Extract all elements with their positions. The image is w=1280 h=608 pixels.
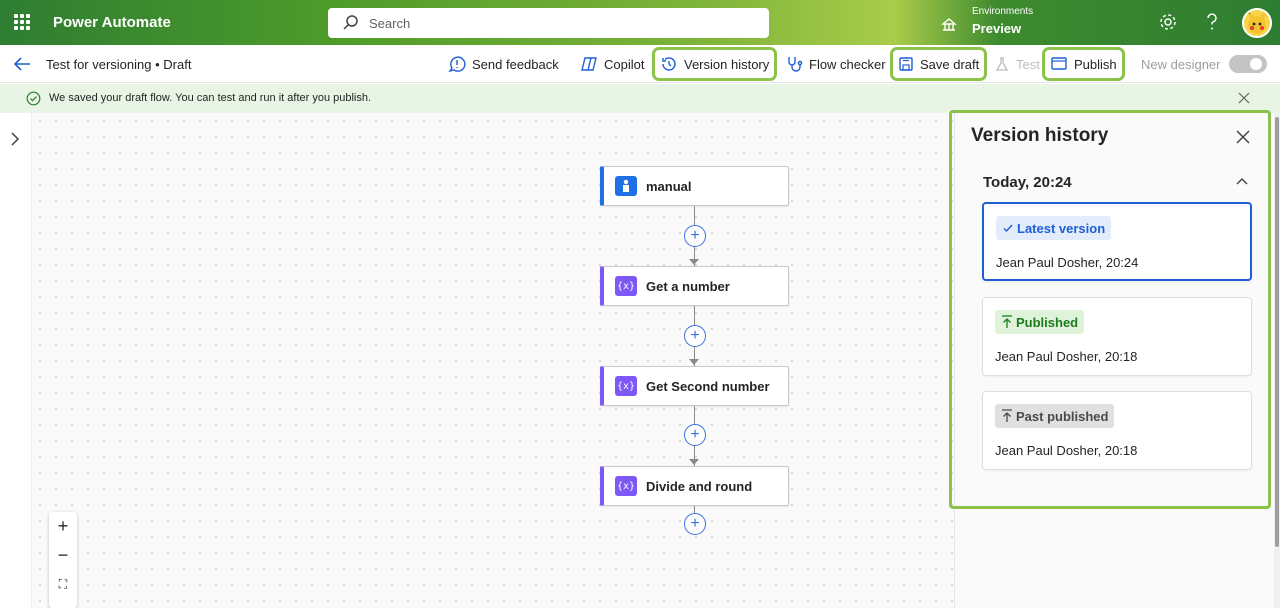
close-icon[interactable] [1238, 92, 1250, 104]
connector-arrow [689, 359, 699, 365]
add-step-button[interactable]: + [684, 325, 706, 347]
zoom-controls: + − ⛶ [49, 512, 77, 608]
zoom-out-button[interactable]: − [49, 541, 77, 570]
version-author-time: Jean Paul Dosher, 20:18 [995, 349, 1138, 364]
save-draft-button[interactable]: Save draft [889, 47, 988, 81]
past-published-badge: Past published [995, 404, 1115, 428]
panel-title: Version history [971, 125, 1109, 146]
variable-icon: {x} [615, 476, 637, 496]
search-box[interactable]: Search [328, 8, 769, 38]
app-launcher-icon[interactable] [14, 14, 30, 30]
version-history-button[interactable]: Version history [651, 47, 778, 81]
app-title[interactable]: Power Automate [53, 14, 171, 31]
connector-arrow [689, 459, 699, 465]
close-icon[interactable] [1236, 130, 1250, 144]
history-icon [662, 57, 676, 71]
version-author-time: Jean Paul Dosher, 20:24 [996, 255, 1139, 270]
fit-view-button[interactable]: ⛶ [49, 570, 77, 599]
publish-arrow-icon [1002, 315, 1012, 328]
environment-icon [941, 18, 957, 31]
badge-label: Latest version [1017, 220, 1106, 236]
new-designer-toggle[interactable] [1229, 55, 1267, 73]
send-feedback-button[interactable]: Send feedback [444, 51, 563, 77]
chevron-right-icon[interactable] [8, 131, 22, 147]
badge-label: Published [1016, 314, 1079, 330]
flow-checker-label: Flow checker [809, 56, 886, 72]
draft-saved-banner: We saved your draft flow. You can test a… [0, 84, 1280, 113]
chevron-up-icon[interactable] [1235, 176, 1249, 186]
flow-checker-button[interactable]: Flow checker [781, 51, 890, 77]
environment-name: Preview [972, 21, 1022, 36]
test-label: Test [1016, 56, 1040, 72]
step-label: Get Second number [646, 379, 770, 394]
feedback-icon [448, 56, 466, 73]
flask-icon [995, 57, 1009, 71]
stethoscope-icon [788, 57, 803, 72]
user-avatar[interactable] [1242, 8, 1272, 38]
version-card-past-published[interactable]: Past published Jean Paul Dosher, 20:18 [982, 391, 1252, 470]
settings-gear-icon[interactable] [1158, 12, 1178, 32]
version-card-published[interactable]: Published Jean Paul Dosher, 20:18 [982, 297, 1252, 376]
add-step-button[interactable]: + [684, 513, 706, 535]
step-label: manual [646, 179, 692, 194]
help-icon[interactable] [1203, 12, 1221, 32]
publish-button[interactable]: Publish [1042, 47, 1125, 81]
flow-canvas[interactable]: manual + {x} Get a number + {x} Get Seco… [32, 113, 954, 608]
new-designer-label: New designer [1141, 56, 1221, 72]
search-icon [343, 15, 358, 30]
add-step-button[interactable]: + [684, 424, 706, 446]
version-history-label: Version history [684, 56, 770, 72]
badge-label: Past published [1016, 408, 1109, 424]
copilot-button[interactable]: Copilot [576, 51, 648, 77]
avatar-image [1248, 11, 1266, 34]
variable-icon: {x} [615, 276, 637, 296]
version-history-panel: Version history Today, 20:24 Latest vers… [954, 113, 1274, 608]
app-header: Power Automate Search Environments Previ… [0, 0, 1280, 45]
add-step-button[interactable]: + [684, 225, 706, 247]
flow-step-manual[interactable]: manual [600, 166, 789, 206]
version-date-group[interactable]: Today, 20:24 [983, 174, 1072, 191]
variable-icon: {x} [615, 376, 637, 396]
manual-trigger-icon [615, 176, 637, 196]
connector-arrow [689, 259, 699, 265]
send-feedback-label: Send feedback [472, 56, 559, 72]
step-label: Divide and round [646, 479, 753, 494]
save-draft-label: Save draft [920, 56, 980, 72]
search-placeholder: Search [369, 16, 411, 31]
latest-version-badge: Latest version [996, 216, 1112, 240]
step-label: Get a number [646, 279, 730, 294]
checkmark-icon [1003, 224, 1013, 233]
flow-step-get-second-number[interactable]: {x} Get Second number [600, 366, 789, 406]
command-bar: Test for versioning • Draft Send feedbac… [0, 45, 1280, 83]
save-icon [899, 57, 913, 71]
banner-message: We saved your draft flow. You can test a… [49, 92, 372, 104]
publish-label: Publish [1074, 56, 1117, 72]
left-collapse-strip [0, 113, 32, 608]
version-card-latest[interactable]: Latest version Jean Paul Dosher, 20:24 [982, 202, 1252, 281]
flow-step-divide-and-round[interactable]: {x} Divide and round [600, 466, 789, 506]
publish-arrow-icon [1002, 409, 1012, 422]
publish-icon [1051, 57, 1067, 70]
back-arrow-icon[interactable] [12, 55, 32, 73]
copilot-label: Copilot [604, 56, 645, 72]
check-circle-icon [26, 91, 41, 106]
zoom-in-button[interactable]: + [49, 512, 77, 541]
copilot-icon [581, 57, 597, 71]
page-scrollbar[interactable] [1274, 113, 1280, 608]
flow-step-get-a-number[interactable]: {x} Get a number [600, 266, 789, 306]
flow-breadcrumb: Test for versioning • Draft [46, 57, 192, 72]
version-author-time: Jean Paul Dosher, 20:18 [995, 443, 1138, 458]
test-button[interactable]: Test [990, 51, 1044, 77]
published-badge: Published [995, 310, 1085, 334]
environment-label: Environments [972, 6, 1034, 17]
